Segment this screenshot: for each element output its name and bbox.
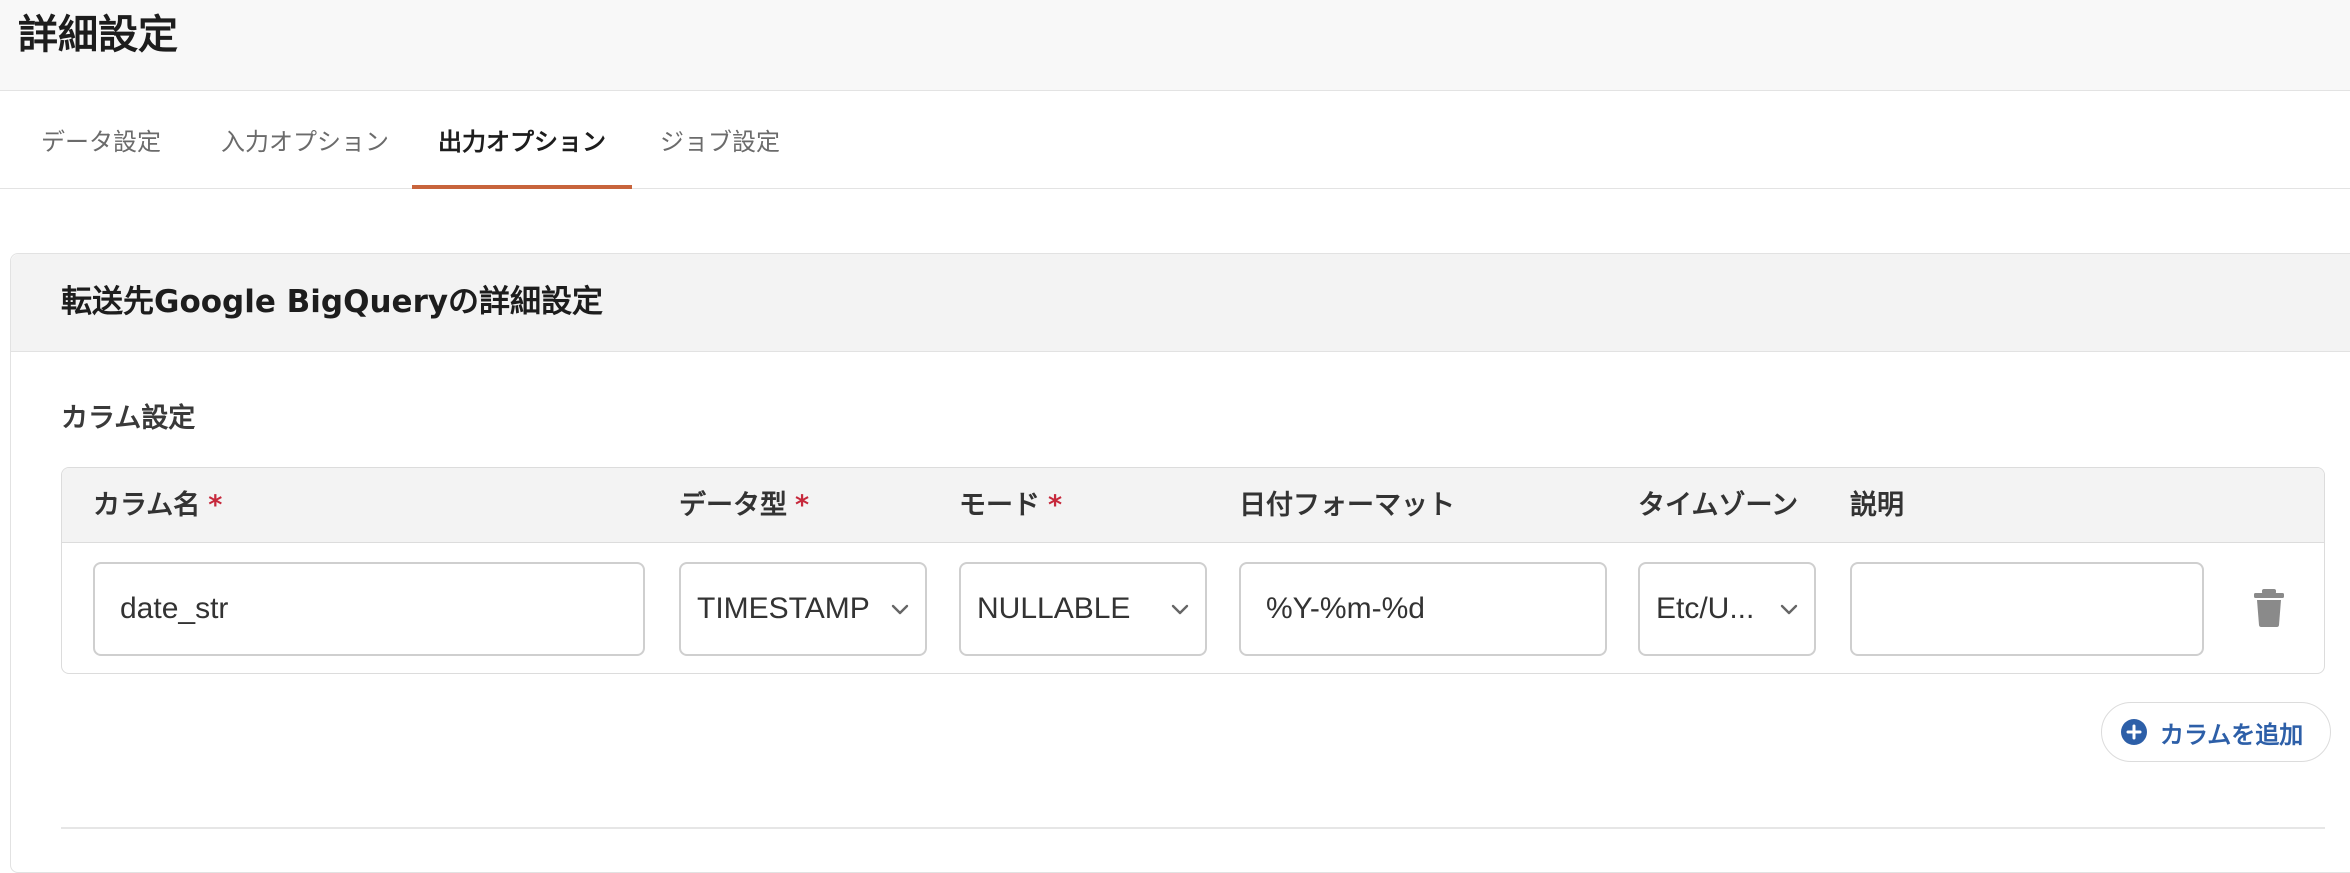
- chevron-down-icon: [891, 604, 909, 615]
- tab-input-options[interactable]: 入力オプション: [210, 91, 400, 188]
- header-timezone: タイムゾーン: [1638, 490, 1799, 521]
- add-column-button[interactable]: カラムを追加: [2101, 702, 2331, 762]
- add-column-label: カラムを追加: [2160, 720, 2304, 749]
- card-title: 転送先Google BigQueryの詳細設定: [61, 284, 604, 320]
- chevron-down-icon: [1171, 604, 1189, 615]
- tab-data-settings[interactable]: データ設定: [26, 91, 176, 188]
- date-format-input[interactable]: %Y-%m-%d: [1239, 562, 1607, 656]
- timezone-select[interactable]: Etc/U...: [1638, 562, 1816, 656]
- section-divider: [61, 827, 2325, 829]
- plus-circle-icon: [2121, 719, 2147, 745]
- tab-bar: データ設定 入力オプション 出力オプション ジョブ設定: [0, 91, 2350, 189]
- column-settings-label: カラム設定: [61, 403, 196, 434]
- timezone-value: Etc/U...: [1656, 592, 1755, 625]
- header-description: 説明: [1850, 490, 1904, 521]
- header-data-type: データ型 *: [679, 486, 809, 526]
- data-type-select[interactable]: TIMESTAMP: [679, 562, 927, 656]
- header-mode: モード *: [959, 486, 1062, 526]
- page-header: 詳細設定: [0, 0, 2350, 91]
- required-marker: *: [1048, 490, 1063, 521]
- column-name-input[interactable]: date_str: [93, 562, 645, 656]
- chevron-down-icon: [1780, 604, 1798, 615]
- header-date-format: 日付フォーマット: [1239, 490, 1455, 521]
- header-mode-label: モード: [959, 490, 1040, 521]
- data-type-value: TIMESTAMP: [697, 592, 870, 625]
- required-marker: *: [208, 490, 223, 521]
- header-column-name: カラム名 *: [93, 486, 222, 526]
- page-title: 詳細設定: [18, 12, 178, 58]
- header-column-name-label: カラム名: [93, 490, 201, 521]
- table-header: カラム名 * データ型 * モード * 日付フォーマット タイムゾーン 説明: [62, 468, 2324, 543]
- bigquery-settings-card: 転送先Google BigQueryの詳細設定 カラム設定 カラム名 * データ型…: [10, 253, 2350, 873]
- required-marker: *: [795, 490, 810, 521]
- column-settings-table: カラム名 * データ型 * モード * 日付フォーマット タイムゾーン 説明 date…: [61, 467, 2325, 674]
- tab-job-settings[interactable]: ジョブ設定: [650, 91, 790, 188]
- mode-value: NULLABLE: [977, 592, 1131, 625]
- header-data-type-label: データ型: [679, 490, 787, 521]
- tab-output-options[interactable]: 出力オプション: [412, 91, 632, 189]
- trash-icon[interactable]: [2252, 588, 2286, 628]
- description-input[interactable]: [1850, 562, 2204, 656]
- card-header: 転送先Google BigQueryの詳細設定: [11, 254, 2350, 352]
- mode-select[interactable]: NULLABLE: [959, 562, 1207, 656]
